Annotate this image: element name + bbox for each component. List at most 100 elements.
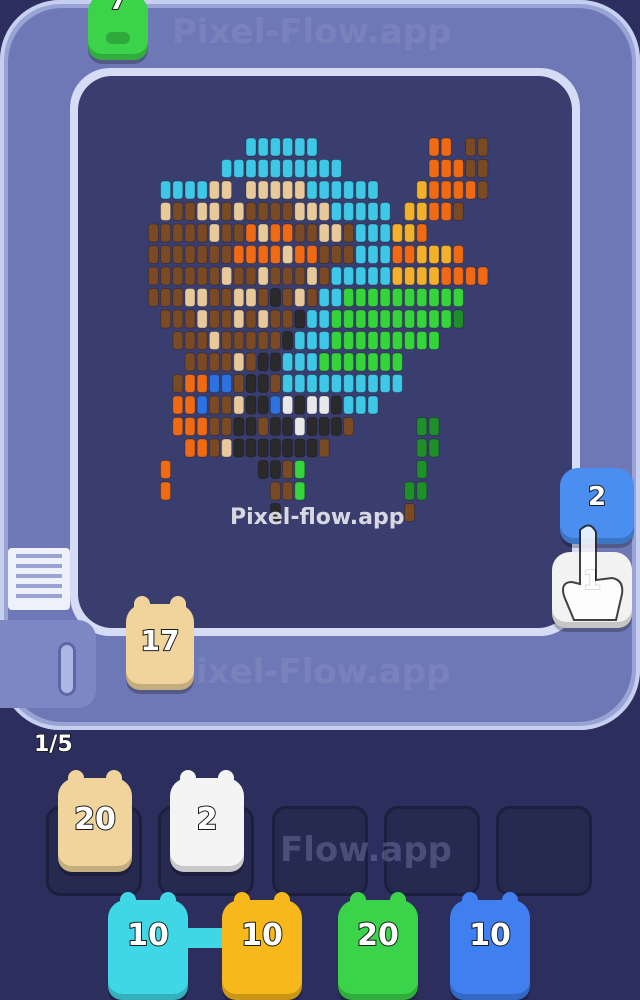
pixel-block <box>184 180 196 200</box>
pixel-block <box>196 309 208 329</box>
pixel-block <box>282 202 294 221</box>
pixel-block <box>294 374 306 393</box>
conveyor-creature-top[interactable]: 7 <box>88 0 148 60</box>
pixel-block <box>379 374 391 393</box>
pixel-block <box>184 223 196 243</box>
pixel-block <box>245 223 257 243</box>
pixel-block <box>208 438 220 458</box>
pixel-block <box>379 288 391 307</box>
conveyor-creature-queue[interactable]: 17 <box>126 596 194 690</box>
progress-label: 1/5 <box>33 731 73 758</box>
pixel-block <box>428 309 440 329</box>
bottom-creature-3[interactable]: 20 <box>338 892 418 1000</box>
pixel-block <box>452 288 464 307</box>
pixel-block <box>452 202 464 221</box>
pixel-block <box>257 245 269 264</box>
slot-5[interactable] <box>496 806 592 896</box>
pixel-block <box>306 202 318 221</box>
pixel-block <box>208 352 220 372</box>
pixel-block <box>282 395 294 415</box>
pixel-block <box>184 202 196 221</box>
pixel-block <box>343 309 355 329</box>
pixel-block <box>184 309 196 329</box>
pixel-block <box>257 137 269 157</box>
pixel-block <box>233 202 245 221</box>
pixel-block <box>330 352 342 372</box>
watermark-bottom: ixel-Flow.app <box>196 652 451 692</box>
pixel-block <box>147 288 159 307</box>
creature-count: 7 <box>108 0 128 17</box>
pixel-block <box>355 245 367 264</box>
pixel-block <box>208 417 220 436</box>
pixel-block <box>184 245 196 264</box>
pixel-block <box>391 266 403 286</box>
pixel-block <box>147 266 159 286</box>
pixel-block <box>245 159 257 178</box>
bottom-creature-1[interactable]: 10 <box>108 892 188 1000</box>
pixel-block <box>257 395 269 415</box>
pixel-block <box>404 309 416 329</box>
creature-count: 20 <box>73 801 117 838</box>
pixel-block <box>221 309 233 329</box>
pixel-block <box>233 309 245 329</box>
pixel-block <box>379 331 391 350</box>
pointer-hand-icon <box>562 524 624 621</box>
pixel-block <box>367 288 379 307</box>
pixel-block <box>269 309 281 329</box>
pixel-block <box>294 417 306 436</box>
pixel-block <box>221 331 233 350</box>
pixel-block <box>428 331 440 350</box>
pixel-block <box>208 202 220 221</box>
pixel-block <box>294 288 306 307</box>
pixel-block <box>428 438 440 458</box>
pixel-block <box>330 417 342 436</box>
pixel-block <box>172 288 184 307</box>
pixel-block <box>282 481 294 501</box>
pixel-block <box>318 438 330 458</box>
pixel-block <box>294 395 306 415</box>
slot-creature-1[interactable]: 20 <box>58 770 132 872</box>
pixel-block <box>147 245 159 264</box>
pixel-block <box>294 159 306 178</box>
pixel-block <box>416 417 428 436</box>
pixel-block <box>404 245 416 264</box>
slot-creature-2[interactable]: 2 <box>170 770 244 872</box>
pixel-block <box>282 159 294 178</box>
pixel-block <box>318 417 330 436</box>
pixel-block <box>269 331 281 350</box>
pixel-block <box>428 180 440 200</box>
pixel-block <box>391 331 403 350</box>
pixel-block <box>343 374 355 393</box>
pixel-block <box>294 245 306 264</box>
pixel-block <box>269 481 281 501</box>
pixel-block <box>416 438 428 458</box>
pixel-block <box>294 352 306 372</box>
pixel-block <box>306 180 318 200</box>
pixel-block <box>160 245 172 264</box>
pixel-block <box>416 309 428 329</box>
bottom-creature-4[interactable]: 10 <box>450 892 530 1000</box>
pixel-block <box>343 245 355 264</box>
pixel-block <box>221 352 233 372</box>
pixel-block <box>391 223 403 243</box>
pixel-block <box>318 309 330 329</box>
pixel-block <box>440 245 452 264</box>
pixel-block <box>330 202 342 221</box>
pixel-block <box>367 309 379 329</box>
pixel-block <box>196 438 208 458</box>
pixel-block <box>404 202 416 221</box>
pixel-block <box>330 331 342 350</box>
pixel-block <box>428 288 440 307</box>
pixel-block <box>160 460 172 479</box>
bottom-creature-2[interactable]: 10 <box>222 892 302 1000</box>
pixel-block <box>318 245 330 264</box>
pixel-block <box>184 395 196 415</box>
pixel-block <box>208 395 220 415</box>
pixel-block <box>172 374 184 393</box>
pixel-block <box>172 266 184 286</box>
pixel-block <box>208 309 220 329</box>
pixel-block <box>184 374 196 393</box>
pixel-block <box>306 395 318 415</box>
pixel-block <box>184 288 196 307</box>
pixel-block <box>367 223 379 243</box>
